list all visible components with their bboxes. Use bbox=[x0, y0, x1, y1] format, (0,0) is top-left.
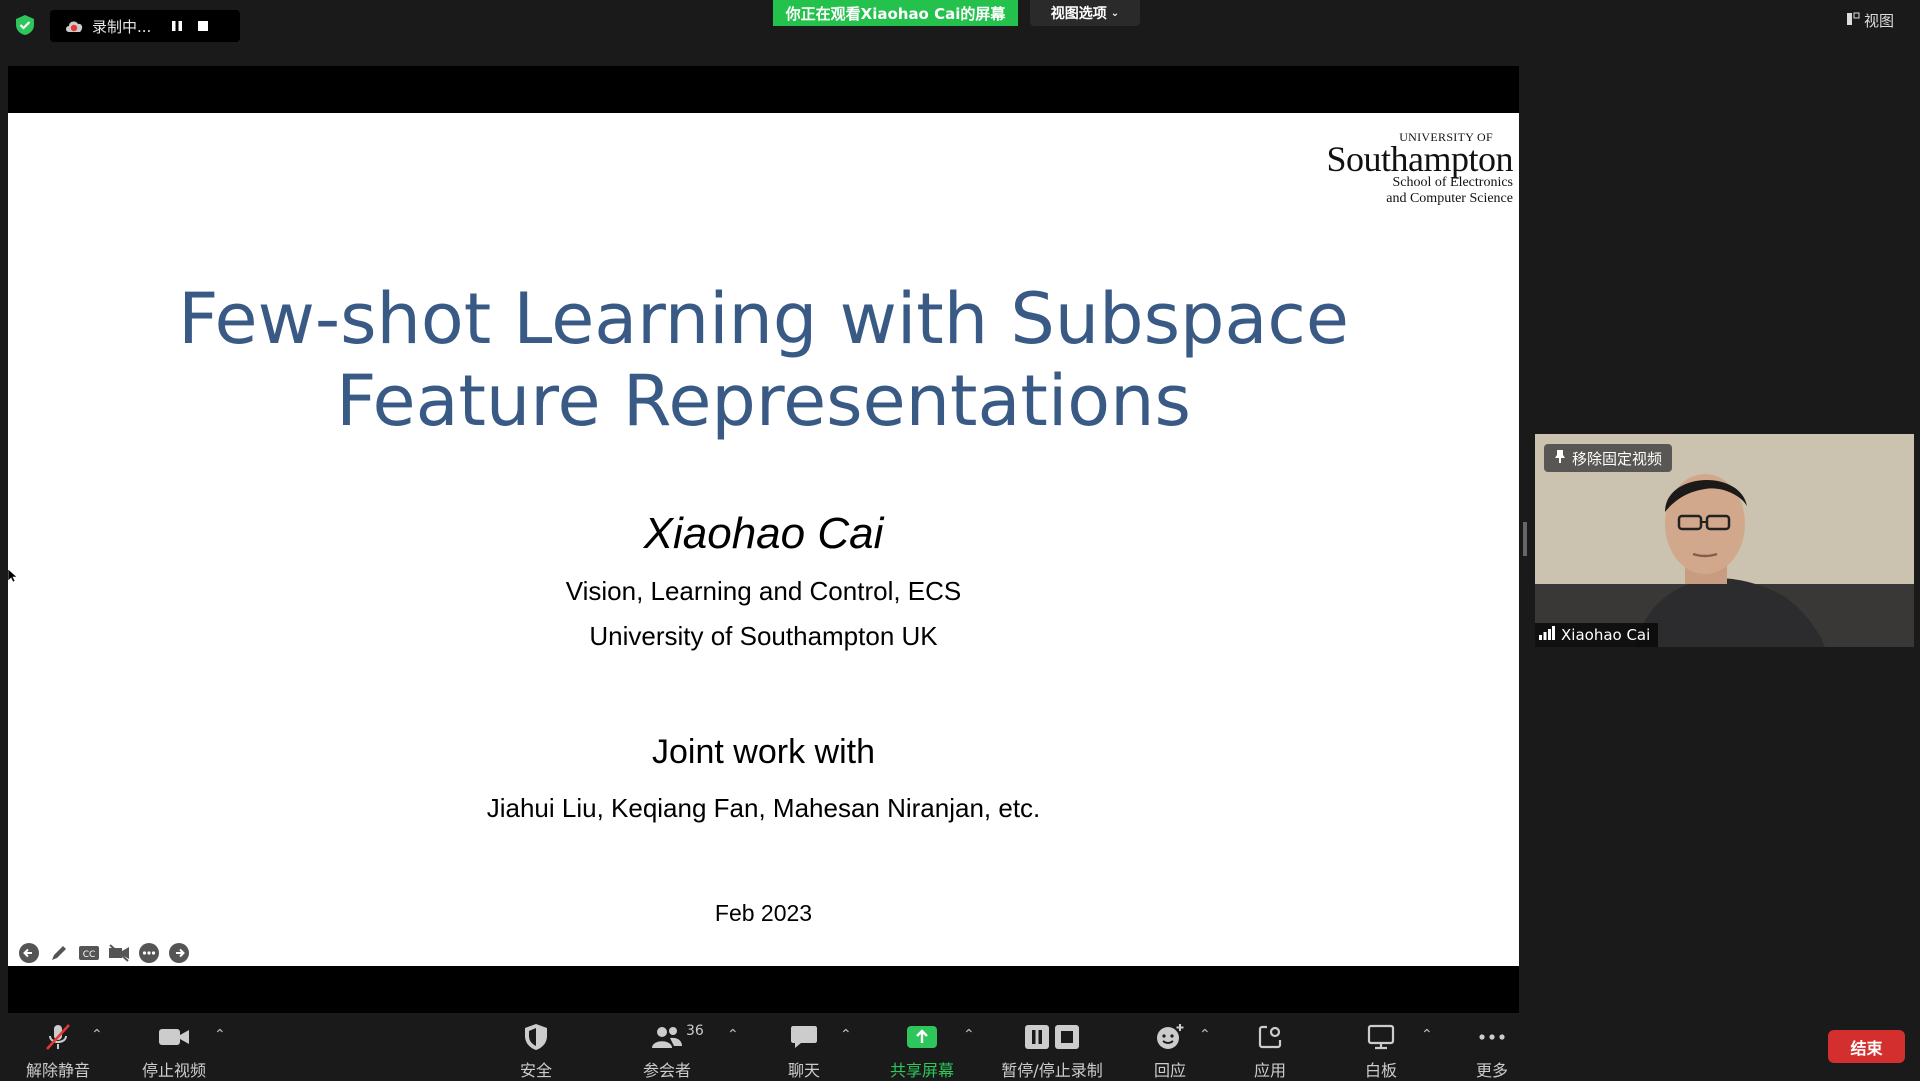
slide-title: Few-shot Learning with Subspace Feature … bbox=[8, 278, 1519, 442]
reactions-label: 回应 bbox=[1153, 1061, 1186, 1080]
chevron-down-icon: ⌄ bbox=[1110, 7, 1120, 19]
stop-video-label: 停止视频 bbox=[141, 1061, 206, 1080]
recording-label: 录制中... bbox=[92, 17, 152, 36]
view-label: 视图 bbox=[1864, 12, 1895, 30]
participant-video-tile[interactable]: 移除固定视频 Xiaohao Cai bbox=[1535, 434, 1914, 647]
next-slide-icon[interactable] bbox=[168, 942, 190, 964]
shield-icon bbox=[523, 1021, 549, 1053]
slide-title-line2: Feature Representations bbox=[336, 360, 1191, 442]
chat-options-chevron-icon[interactable]: ⌃ bbox=[840, 1027, 852, 1043]
share-options-chevron-icon[interactable]: ⌃ bbox=[963, 1027, 975, 1043]
participant-name-tag: Xiaohao Cai bbox=[1535, 623, 1659, 647]
chat-label: 聊天 bbox=[787, 1061, 820, 1080]
pause-stop-recording-icon bbox=[1024, 1021, 1080, 1053]
presentation-date: Feb 2023 bbox=[714, 900, 813, 926]
signal-strength-icon bbox=[1539, 626, 1555, 644]
participants-button[interactable]: 36 参会者 bbox=[607, 1021, 727, 1081]
unmute-label: 解除静音 bbox=[25, 1061, 90, 1080]
unpin-video-button[interactable]: 移除固定视频 bbox=[1544, 444, 1673, 472]
reactions-options-chevron-icon[interactable]: ⌃ bbox=[1199, 1027, 1211, 1043]
affiliation-group: Vision, Learning and Control, ECS bbox=[565, 576, 962, 606]
video-camera-icon bbox=[158, 1021, 190, 1053]
participants-icon: 36 bbox=[650, 1021, 704, 1053]
cloud-recording-icon bbox=[64, 18, 84, 34]
camera-off-icon[interactable] bbox=[108, 942, 130, 964]
smiley-plus-icon bbox=[1155, 1021, 1185, 1053]
more-options-icon[interactable] bbox=[138, 942, 160, 964]
pause-stop-recording-label: 暂停/停止录制 bbox=[1001, 1061, 1103, 1080]
joint-work-heading: Joint work with bbox=[652, 733, 875, 771]
panel-resize-handle[interactable] bbox=[1523, 522, 1527, 556]
whiteboard-options-chevron-icon[interactable]: ⌃ bbox=[1421, 1027, 1433, 1043]
presentation-slide: UNIVERSITY OF Southampton School of Elec… bbox=[8, 113, 1519, 966]
slide-title-line1: Few-shot Learning with Subspace bbox=[178, 278, 1349, 360]
view-options-label: 视图选项 bbox=[1050, 6, 1107, 22]
chat-bubble-icon bbox=[790, 1021, 818, 1053]
pen-icon[interactable] bbox=[48, 942, 70, 964]
view-button[interactable]: 视图 bbox=[1846, 10, 1894, 31]
apps-button[interactable]: 应用 bbox=[1210, 1021, 1330, 1081]
more-button[interactable]: 更多 bbox=[1432, 1021, 1552, 1081]
microphone-muted-icon bbox=[43, 1021, 73, 1053]
participants-count: 36 bbox=[686, 1023, 704, 1039]
unpin-video-label: 移除固定视频 bbox=[1572, 449, 1663, 468]
logo-school-line2: and Computer Science bbox=[1386, 191, 1513, 206]
participants-options-chevron-icon[interactable]: ⌃ bbox=[727, 1027, 739, 1043]
author-name: Xiaohao Cai bbox=[643, 509, 884, 558]
security-button[interactable]: 安全 bbox=[476, 1021, 596, 1081]
share-screen-label: 共享屏幕 bbox=[889, 1061, 954, 1080]
more-dots-icon bbox=[1478, 1021, 1506, 1053]
apps-label: 应用 bbox=[1253, 1061, 1286, 1080]
security-shield-icon[interactable] bbox=[14, 14, 36, 36]
share-screen-icon bbox=[906, 1021, 938, 1053]
view-options-dropdown[interactable]: 视图选项 ⌄ bbox=[1030, 0, 1140, 26]
security-label: 安全 bbox=[519, 1061, 552, 1080]
meeting-toolbar: 解除静音 ⌃ 停止视频 ⌃ 安全 36 参会者 ⌃ 聊天 ⌃ 共享屏幕 ⌃ 暂停… bbox=[0, 1013, 1920, 1080]
video-options-chevron-icon[interactable]: ⌃ bbox=[214, 1027, 226, 1043]
previous-slide-icon[interactable] bbox=[18, 942, 40, 964]
view-layout-icon bbox=[1846, 12, 1860, 30]
svg-text:CC: CC bbox=[83, 950, 96, 960]
whiteboard-icon bbox=[1367, 1021, 1395, 1053]
logo-name: Southampton bbox=[1326, 139, 1513, 179]
participant-name: Xiaohao Cai bbox=[1561, 626, 1651, 644]
affiliation-university: University of Southampton UK bbox=[589, 621, 938, 651]
end-meeting-button[interactable]: 结束 bbox=[1828, 1030, 1905, 1063]
recording-indicator: 录制中... bbox=[50, 10, 240, 42]
captions-icon[interactable]: CC bbox=[78, 942, 100, 964]
apps-icon bbox=[1257, 1021, 1283, 1053]
more-label: 更多 bbox=[1475, 1061, 1508, 1080]
pause-stop-recording-button[interactable]: 暂停/停止录制 bbox=[992, 1021, 1112, 1081]
pin-icon bbox=[1554, 449, 1566, 467]
mouse-cursor-icon bbox=[7, 568, 18, 587]
pause-recording-icon[interactable] bbox=[164, 13, 190, 39]
audio-options-chevron-icon[interactable]: ⌃ bbox=[91, 1027, 103, 1043]
viewing-screen-banner: 你正在观看Xiaohao Cai的屏幕 bbox=[773, 0, 1018, 26]
participants-label: 参会者 bbox=[642, 1061, 691, 1080]
stop-recording-icon[interactable] bbox=[190, 13, 216, 39]
coauthors-list: Jiahui Liu, Keqiang Fan, Mahesan Niranja… bbox=[486, 793, 1041, 823]
whiteboard-label: 白板 bbox=[1364, 1061, 1397, 1080]
slide-controls: CC bbox=[18, 942, 190, 964]
university-logo: UNIVERSITY OF Southampton School of Elec… bbox=[1326, 131, 1513, 207]
